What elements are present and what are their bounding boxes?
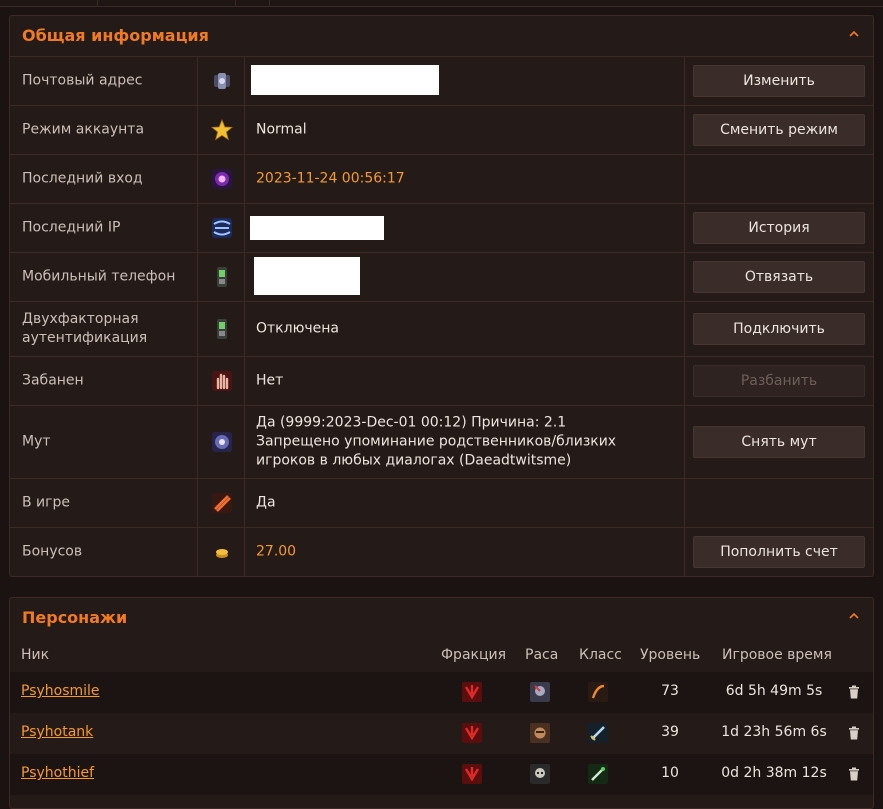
row-bonuses: Бонусов 27.00 Пополнить счет	[10, 528, 873, 576]
banned-value: Нет	[256, 372, 284, 389]
chevron-up-icon[interactable]	[847, 609, 861, 623]
bonuses-value: 27.00	[256, 543, 297, 560]
ip-history-button[interactable]: История	[693, 212, 865, 244]
row-label: Бонусов	[22, 543, 83, 560]
row-label: Последний IP	[22, 219, 121, 236]
row-email: Почтовый адрес Изменить	[10, 57, 873, 106]
trash-icon[interactable]	[848, 726, 860, 740]
class-icon	[588, 682, 608, 702]
row-mobile-phone: Мобильный телефон Отвязать	[10, 253, 873, 302]
ip-redacted	[250, 216, 384, 240]
in-game-value: Да	[256, 494, 276, 511]
row-in-game: В игре Да	[10, 479, 873, 528]
table-row: Psyhotank 39 1d 23h 56m 6s	[10, 713, 873, 754]
row-label: Двухфакторная аутентификация	[22, 311, 148, 346]
race-icon	[530, 723, 550, 743]
col-playtime-header: Игровое время	[722, 647, 832, 663]
character-name-link[interactable]: Psyhothief	[21, 765, 94, 781]
last-login-value: 2023-11-24 00:56:17	[256, 170, 405, 187]
table-row: Psyhothief 10 0d 2h 38m 12s	[10, 754, 873, 795]
col-class-header: Класс	[579, 647, 622, 663]
characters-panel: Персонажи Ник Фракция Раса Класс Уровень…	[9, 597, 874, 809]
row-2fa: Двухфакторная аутентификация Отключена П…	[10, 302, 873, 357]
star-icon	[211, 119, 233, 141]
character-name-link[interactable]: Psyhosmile	[21, 683, 100, 699]
characters-header[interactable]: Персонажи	[10, 598, 873, 638]
row-label: Режим аккаунта	[22, 121, 145, 138]
race-icon	[530, 764, 550, 784]
characters-table-header: Ник Фракция Раса Класс Уровень Игровое в…	[10, 638, 873, 672]
ingame-icon	[212, 493, 232, 513]
race-icon	[530, 682, 550, 702]
mute-value: Да (9999:2023-Dec-01 00:12) Причина: 2.1…	[256, 414, 617, 469]
row-label: Почтовый адрес	[22, 72, 143, 89]
characters-title: Персонажи	[22, 608, 128, 627]
unban-button[interactable]: Разбанить	[693, 365, 865, 397]
network-icon	[212, 218, 232, 238]
general-info-header[interactable]: Общая информация	[10, 16, 873, 57]
character-level: 73	[661, 683, 679, 699]
character-level: 39	[661, 724, 679, 740]
account-mode-value: Normal	[256, 121, 307, 138]
class-icon	[588, 764, 608, 784]
trash-icon[interactable]	[848, 767, 860, 781]
top-up-button[interactable]: Пополнить счет	[693, 536, 865, 568]
row-label: Мобильный телефон	[22, 268, 176, 285]
general-info-title: Общая информация	[22, 26, 209, 45]
coins-icon	[216, 549, 228, 558]
2fa-value: Отключена	[256, 320, 339, 337]
character-level: 10	[661, 765, 679, 781]
change-email-button[interactable]: Изменить	[693, 65, 865, 97]
col-name-header: Ник	[21, 647, 50, 663]
character-playtime: 0d 2h 38m 12s	[721, 765, 827, 781]
chevron-up-icon[interactable]	[847, 27, 861, 41]
table-row: Psyhosmile 73 6d 5h 49m 5s	[10, 672, 873, 713]
unlink-phone-button[interactable]: Отвязать	[693, 261, 865, 293]
trash-icon[interactable]	[848, 685, 860, 699]
col-level-header: Уровень	[640, 647, 701, 663]
character-playtime: 6d 5h 49m 5s	[725, 683, 823, 699]
mute-icon	[212, 432, 232, 452]
row-account-mode: Режим аккаунта Normal Сменить режим	[10, 106, 873, 155]
phone-redacted	[254, 257, 360, 295]
enable-2fa-button[interactable]: Подключить	[693, 313, 865, 345]
row-label: В игре	[22, 494, 71, 511]
character-playtime: 1d 23h 56m 6s	[721, 724, 827, 740]
general-info-panel: Общая информация Почтовый адрес Изменить…	[9, 15, 874, 577]
top-strip	[0, 0, 883, 7]
row-last-ip: Последний IP История	[10, 204, 873, 253]
email-redacted	[251, 65, 439, 95]
character-name-link[interactable]: Psyhotank	[21, 724, 93, 740]
ban-hand-icon	[212, 371, 232, 391]
row-label: Последний вход	[22, 170, 143, 187]
email-icon	[214, 73, 230, 89]
row-banned: Забанен Нет Разбанить	[10, 357, 873, 406]
unmute-button[interactable]: Снять мут	[693, 426, 865, 458]
horde-icon	[462, 764, 482, 784]
change-mode-button[interactable]: Сменить режим	[693, 114, 865, 146]
phone-2fa-icon	[217, 319, 227, 339]
login-icon	[212, 169, 232, 189]
row-mute: Мут Да (9999:2023-Dec-01 00:12) Причина:…	[10, 406, 873, 479]
phone-icon	[217, 267, 227, 287]
col-faction-header: Фракция	[441, 647, 507, 663]
horde-icon	[462, 682, 482, 702]
row-label: Мут	[22, 433, 51, 450]
class-icon	[588, 723, 608, 743]
row-label: Забанен	[22, 372, 84, 389]
col-race-header: Раса	[525, 647, 559, 663]
row-last-login: Последний вход 2023-11-24 00:56:17	[10, 155, 873, 204]
horde-icon	[462, 723, 482, 743]
